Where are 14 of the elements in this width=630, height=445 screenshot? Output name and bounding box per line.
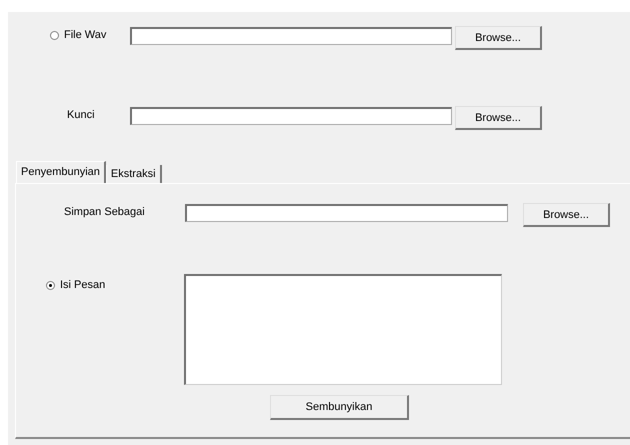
- simpan-sebagai-label: Simpan Sebagai: [64, 205, 146, 220]
- sembunyikan-button[interactable]: Sembunyikan: [270, 395, 409, 420]
- kunci-field[interactable]: [130, 107, 452, 125]
- tab[interactable]: Ekstraksi: [106, 165, 162, 183]
- browse-button[interactable]: Browse...: [523, 203, 610, 227]
- simpan-sebagai-field[interactable]: [185, 204, 508, 222]
- kunci-label: Kunci: [67, 108, 96, 123]
- isi-pesan-radio[interactable]: Isi Pesan: [46, 277, 184, 293]
- file-wav-field[interactable]: [130, 27, 452, 45]
- browse-button[interactable]: Browse...: [455, 106, 542, 130]
- message-textarea[interactable]: [184, 274, 502, 385]
- file-wav-radio[interactable]: File Wav: [50, 27, 130, 43]
- browse-button[interactable]: Browse...: [455, 26, 542, 50]
- tab[interactable]: Penyembunyian: [16, 161, 106, 183]
